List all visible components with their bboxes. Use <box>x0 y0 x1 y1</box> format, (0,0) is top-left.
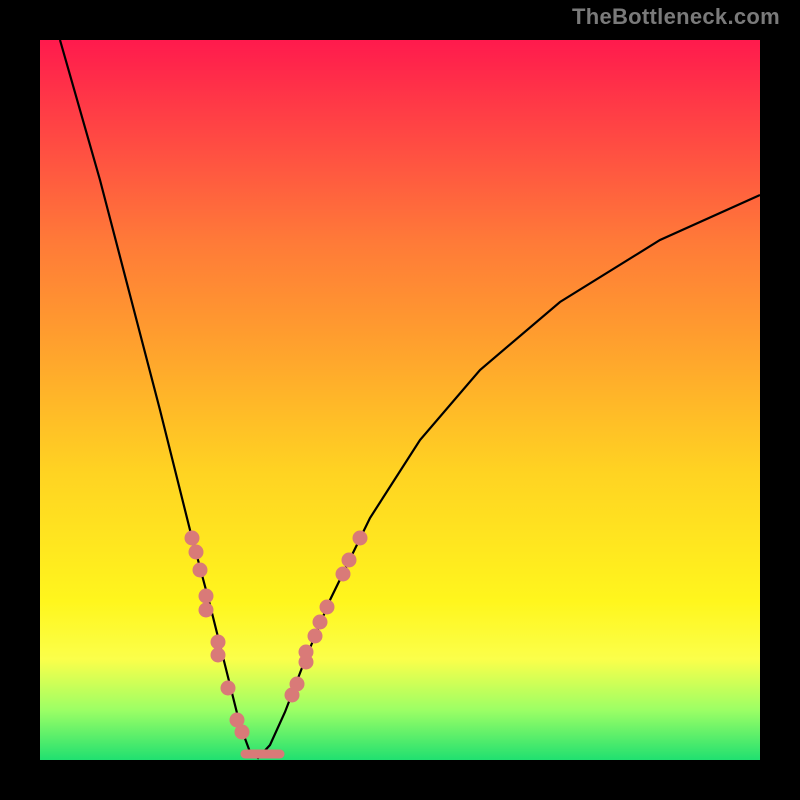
highlight-markers <box>185 531 368 755</box>
marker-dot <box>320 600 335 615</box>
bottleneck-curve <box>60 40 760 758</box>
marker-dot <box>336 567 351 582</box>
marker-dot <box>193 563 208 578</box>
marker-dot <box>221 681 236 696</box>
marker-dot <box>308 629 323 644</box>
marker-dot <box>199 603 214 618</box>
curve-svg <box>40 40 760 760</box>
marker-dot <box>342 553 357 568</box>
marker-dot <box>290 677 305 692</box>
marker-dot <box>211 635 226 650</box>
marker-dot <box>199 589 214 604</box>
marker-dot <box>313 615 328 630</box>
chart-frame: TheBottleneck.com <box>0 0 800 800</box>
marker-dot <box>211 648 226 663</box>
marker-dot <box>189 545 204 560</box>
marker-dot <box>299 645 314 660</box>
watermark-text: TheBottleneck.com <box>572 6 780 28</box>
marker-dot <box>353 531 368 546</box>
plot-area <box>40 40 760 760</box>
marker-dot <box>235 725 250 740</box>
marker-dot <box>185 531 200 546</box>
